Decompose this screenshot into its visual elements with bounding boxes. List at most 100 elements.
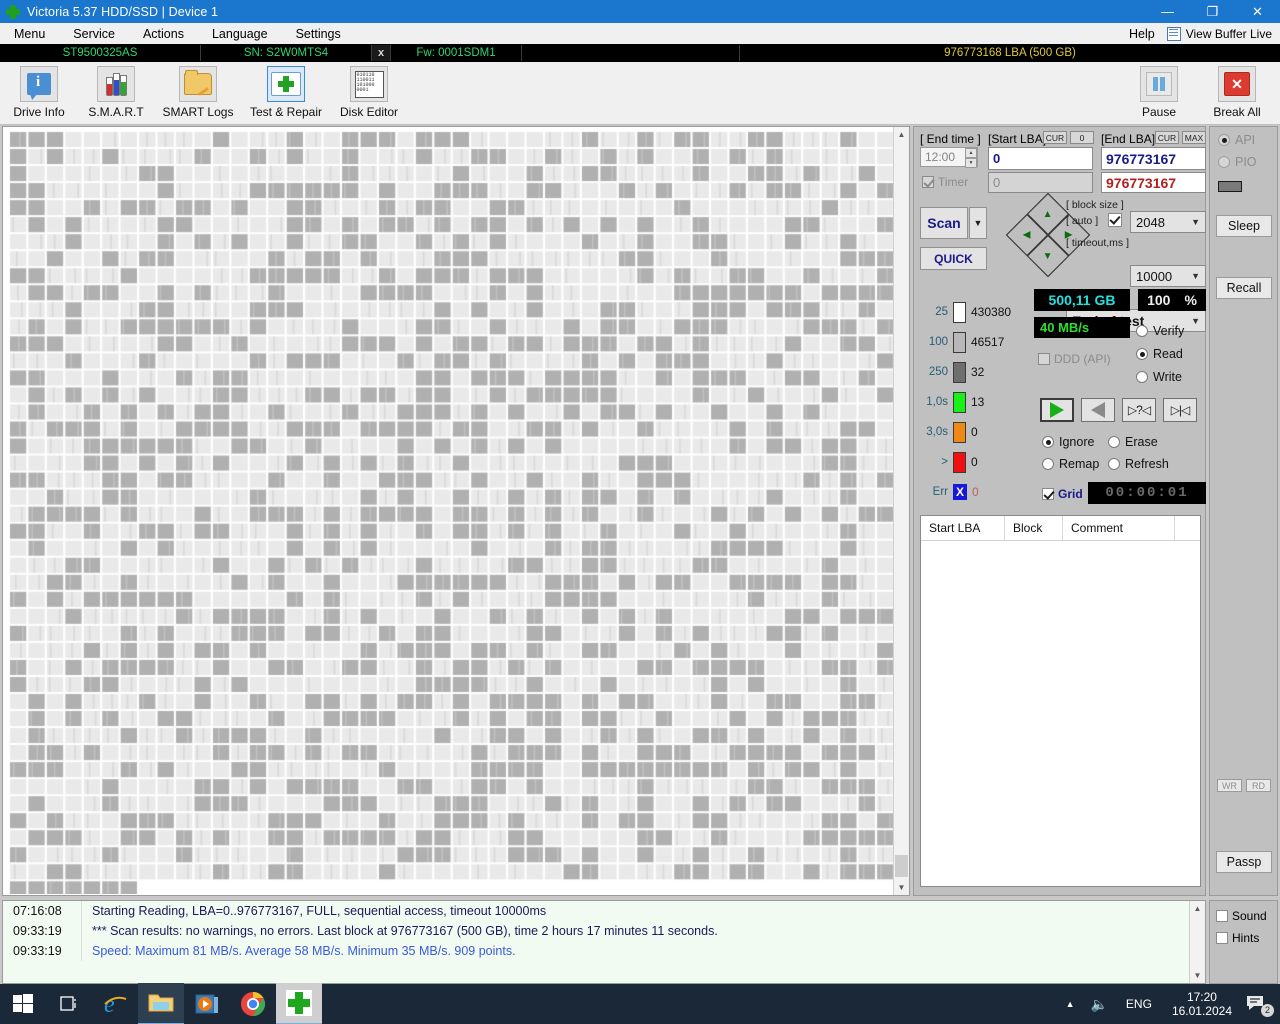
system-tray: ▲ 🔈 ENG 17:20 16.01.2024 2 [1058, 984, 1280, 1024]
toolbar-drive-info-button[interactable]: Drive Info [0, 66, 78, 120]
block-size-value: 2048 [1136, 214, 1165, 230]
write-radio[interactable] [1136, 371, 1148, 383]
grid-checkbox[interactable] [1042, 488, 1054, 500]
sleep-button[interactable]: Sleep [1216, 215, 1272, 237]
api-radio[interactable] [1218, 134, 1230, 146]
map-scroll-thumb[interactable] [895, 855, 908, 877]
mode-verify-option[interactable]: Verify [1136, 324, 1184, 338]
menu-item-language[interactable]: Language [198, 25, 282, 43]
file-explorer-button[interactable] [138, 983, 184, 1024]
end-lba-input[interactable]: 976773167 [1101, 147, 1206, 170]
legend-count: 13 [971, 395, 985, 409]
log-panel[interactable]: 07:16:08 Starting Reading, LBA=0..976773… [2, 900, 1206, 984]
scan-button[interactable]: Scan [920, 207, 968, 239]
ddd-api-checkbox[interactable] [1038, 353, 1050, 365]
play-reverse-button[interactable] [1081, 398, 1115, 422]
end-time-spinner-arrows[interactable]: ▲ ▼ [965, 148, 977, 168]
end-time-spin-up[interactable]: ▲ [965, 148, 977, 158]
mode-read-option[interactable]: Read [1136, 347, 1183, 361]
defect-list-table[interactable]: Start LBA Block Comment [920, 515, 1201, 887]
start-lba-input[interactable]: 0 [988, 147, 1093, 170]
api-option[interactable]: API [1218, 133, 1255, 147]
hints-checkbox-row[interactable]: Hints [1216, 931, 1277, 945]
legend-count: 46517 [971, 335, 1005, 349]
media-player-button[interactable] [184, 984, 230, 1024]
close-button[interactable]: ✕ [1235, 0, 1280, 23]
pio-option[interactable]: PIO [1218, 155, 1257, 169]
log-scroll-up-arrow[interactable]: ▲ [1190, 901, 1205, 916]
toolbar-smart-button[interactable]: S.M.A.R.T [77, 66, 155, 120]
menu-item-actions[interactable]: Actions [129, 25, 198, 43]
recall-button[interactable]: Recall [1216, 277, 1272, 299]
log-scroll-down-arrow[interactable]: ▼ [1190, 968, 1205, 983]
defect-remap-option[interactable]: Remap [1042, 457, 1099, 471]
end-time-spinner[interactable]: 12:00 ▲ ▼ [920, 147, 978, 168]
sound-checkbox[interactable] [1216, 910, 1228, 922]
wr-button[interactable]: WR [1217, 779, 1242, 792]
toolbar-smart-logs-button[interactable]: SMART Logs [159, 66, 237, 120]
defect-ignore-option[interactable]: Ignore [1042, 435, 1094, 449]
tray-expand-icon[interactable]: ▲ [1058, 999, 1083, 1009]
timer-checkbox-row[interactable]: Timer [922, 175, 968, 189]
toolbar-disk-editor-button[interactable]: 010110 110011 101000 0001 Disk Editor [330, 66, 408, 120]
language-indicator[interactable]: ENG [1116, 997, 1162, 1011]
seek-unknown-button[interactable]: ▷?◁ [1122, 398, 1156, 422]
refresh-radio[interactable] [1108, 458, 1120, 470]
ddd-api-row[interactable]: DDD (API) [1038, 352, 1111, 366]
block-size-select[interactable]: 2048 ▼ [1130, 211, 1206, 233]
end-lba-secondary-input[interactable]: 976773167 [1101, 172, 1206, 193]
menu-item-settings[interactable]: Settings [282, 25, 355, 43]
timer-value-input[interactable]: 0 [988, 172, 1093, 193]
toolbar-test-repair-button[interactable]: Test & Repair [247, 66, 325, 120]
break-all-button[interactable]: ✕ Break All [1198, 66, 1276, 120]
play-forward-button[interactable] [1040, 398, 1074, 422]
end-time-spin-down[interactable]: ▼ [965, 158, 977, 168]
verify-radio[interactable] [1136, 325, 1148, 337]
chrome-button[interactable] [230, 984, 276, 1024]
minimize-button[interactable]: — [1145, 0, 1190, 23]
view-buffer-live-button[interactable]: View Buffer Live [1166, 26, 1280, 41]
end-lba-max-button[interactable]: MAX [1182, 131, 1206, 144]
seek-start-button[interactable]: ▷|◁ [1163, 398, 1197, 422]
menu-item-menu[interactable]: Menu [0, 25, 59, 43]
log-vertical-scrollbar[interactable]: ▲ ▼ [1189, 901, 1205, 983]
start-lba-cur-button[interactable]: CUR [1043, 131, 1067, 144]
internet-explorer-button[interactable]: e [92, 984, 138, 1024]
quick-button[interactable]: QUICK [920, 247, 987, 270]
map-scroll-up-arrow[interactable]: ▲ [894, 127, 909, 142]
defect-refresh-option[interactable]: Refresh [1108, 457, 1169, 471]
legend-swatch [953, 421, 966, 443]
clock[interactable]: 17:20 16.01.2024 [1162, 990, 1242, 1018]
ignore-radio[interactable] [1042, 436, 1054, 448]
grid-checkbox-row[interactable]: Grid [1042, 487, 1083, 501]
task-view-button[interactable] [46, 984, 92, 1024]
start-lba-zero-button[interactable]: 0 [1070, 131, 1094, 144]
end-lba-cur-button[interactable]: CUR [1155, 131, 1179, 144]
auto-block-size-checkbox[interactable] [1108, 213, 1122, 227]
start-button[interactable] [0, 984, 46, 1024]
pio-radio[interactable] [1218, 156, 1230, 168]
mode-write-option[interactable]: Write [1136, 370, 1182, 384]
notifications-button[interactable]: 2 [1242, 994, 1280, 1017]
timer-checkbox[interactable] [922, 176, 934, 188]
timeout-select[interactable]: 10000 ▼ [1130, 265, 1206, 287]
erase-radio[interactable] [1108, 436, 1120, 448]
scan-dropdown-button[interactable]: ▼ [969, 207, 987, 239]
passport-button[interactable]: Passp [1216, 851, 1272, 873]
defect-erase-option[interactable]: Erase [1108, 435, 1158, 449]
maximize-button[interactable]: ❐ [1190, 0, 1235, 23]
volume-icon[interactable]: 🔈 [1082, 996, 1115, 1013]
pause-button[interactable]: Pause [1120, 66, 1198, 120]
map-vertical-scrollbar[interactable]: ▲ ▼ [893, 127, 909, 895]
close-drive-button[interactable]: x [372, 45, 391, 61]
menu-item-service[interactable]: Service [59, 25, 129, 43]
sound-checkbox-row[interactable]: Sound [1216, 909, 1277, 923]
map-scroll-down-arrow[interactable]: ▼ [894, 880, 909, 895]
victoria-taskbar-button[interactable] [276, 983, 322, 1024]
surface-map-grid[interactable] [4, 128, 894, 894]
remap-radio[interactable] [1042, 458, 1054, 470]
rd-button[interactable]: RD [1246, 779, 1271, 792]
hints-checkbox[interactable] [1216, 932, 1228, 944]
menu-item-help[interactable]: Help [1117, 25, 1167, 43]
read-radio[interactable] [1136, 348, 1148, 360]
